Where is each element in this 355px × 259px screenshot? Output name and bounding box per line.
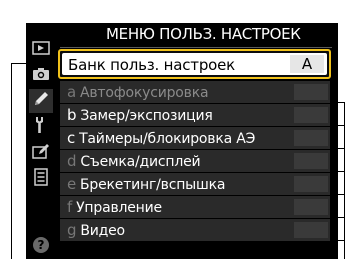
menu-item-label: a Автофокусировка: [67, 82, 209, 103]
bank-label: Банк польз. настроек: [68, 56, 236, 74]
menu-item-letter: c: [67, 129, 76, 147]
custom-settings-bank-item[interactable]: Банк польз. настроек A: [58, 49, 331, 79]
tab-shooting[interactable]: [29, 63, 53, 87]
pencil-icon: [32, 90, 50, 112]
menu-item-text: Таймеры/блокировка АЭ: [79, 131, 256, 147]
help-icon: ?: [33, 237, 49, 253]
menu-item-value-box: [294, 222, 328, 238]
menu-item-letter: a: [67, 83, 76, 101]
tab-playback[interactable]: [29, 37, 53, 61]
menu-item-label: g Видео: [67, 220, 125, 241]
callout-tick-f: [338, 217, 345, 218]
playback-icon: [32, 40, 50, 59]
menu-item-text: Видео: [80, 223, 125, 239]
menu-item-letter: d: [67, 152, 77, 170]
menu-item-text: Брекетинг/вспышка: [80, 177, 226, 193]
menu-item-text: Автофокусировка: [80, 85, 209, 101]
callout-line-left-horizontal: [11, 63, 27, 64]
tab-my-menu[interactable]: [29, 167, 53, 191]
menu-item-letter: f: [67, 198, 73, 216]
menu-item-label: d Съемка/дисплей: [67, 151, 201, 172]
menu-item-movie[interactable]: g Видео: [60, 219, 330, 241]
retouch-icon: [32, 142, 50, 164]
menu-item-value-box: [294, 176, 328, 192]
menu-item-text: Съемка/дисплей: [80, 154, 201, 170]
callout-tick-b: [338, 125, 345, 126]
menu-item-value-box: [294, 84, 328, 100]
menu-item-metering-exposure[interactable]: b Замер/экспозиция: [60, 104, 330, 126]
menu-item-label: e Брекетинг/вспышка: [67, 174, 225, 195]
selection-highlight: Банк польз. настроек A: [62, 53, 327, 75]
menu-item-value-box: [294, 130, 328, 146]
menu-item-timers-ae-lock[interactable]: c Таймеры/блокировка АЭ: [60, 127, 330, 149]
tab-retouch[interactable]: [29, 141, 53, 165]
menu-item-controls[interactable]: f Управление: [60, 196, 330, 218]
camera-lcd-screen: МЕНЮ ПОЛЬЗ. НАСТРОЕК ? Банк польз. настр…: [26, 23, 338, 259]
menu-item-letter: e: [67, 175, 77, 193]
menu-item-letter: g: [67, 221, 77, 239]
menu-item-text: Замер/экспозиция: [80, 108, 213, 124]
menu-item-bracketing-flash[interactable]: e Брекетинг/вспышка: [60, 173, 330, 195]
camera-icon: [32, 66, 50, 85]
menu-item-value-box: [294, 107, 328, 123]
menu-item-text: Управление: [76, 200, 162, 216]
menu-item-label: f Управление: [67, 197, 162, 218]
callout-tick-c: [338, 148, 345, 149]
tab-custom-settings[interactable]: [29, 89, 53, 113]
title-divider: [60, 47, 332, 48]
menu-item-value-box: [294, 153, 328, 169]
menu-title: МЕНЮ ПОЛЬЗ. НАСТРОЕК: [106, 25, 301, 43]
menu-item-label: c Таймеры/блокировка АЭ: [67, 128, 255, 149]
menu-item-shooting-display[interactable]: d Съемка/дисплей: [60, 150, 330, 172]
wrench-icon: [33, 116, 49, 138]
menu-item-value-box: [294, 199, 328, 215]
menu-item-label: b Замер/экспозиция: [67, 105, 213, 126]
callout-tick-g: [338, 240, 345, 241]
my-menu-icon: [33, 168, 49, 190]
menu-item-autofocus[interactable]: a Автофокусировка: [60, 81, 330, 103]
bank-value: A: [290, 55, 324, 73]
tab-setup[interactable]: [29, 115, 53, 139]
callout-line-left-vertical: [11, 63, 12, 259]
menu-tabs: ?: [29, 37, 53, 259]
callout-tick-d: [338, 171, 345, 172]
callout-tick-e: [338, 194, 345, 195]
callout-tick-a: [338, 102, 345, 103]
help-button[interactable]: ?: [29, 233, 53, 257]
menu-item-letter: b: [67, 106, 77, 124]
